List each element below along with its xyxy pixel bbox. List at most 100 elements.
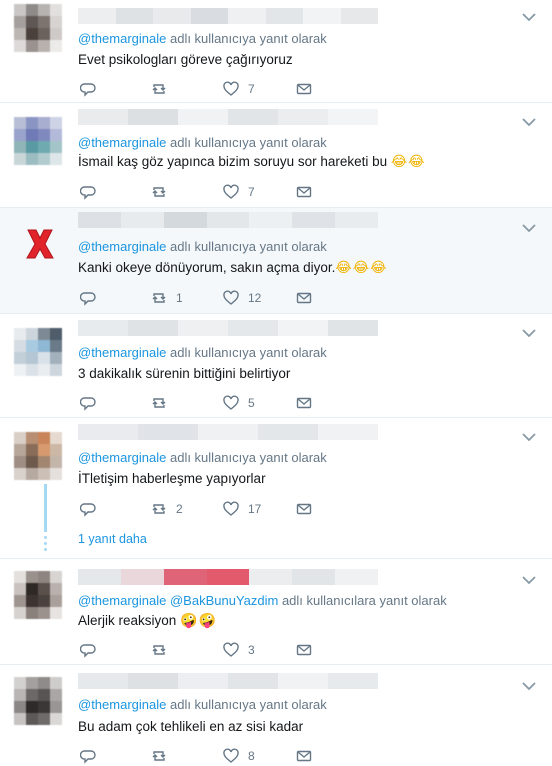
reply-context-label: adlı kullanıcıya yanıt olarak (169, 135, 327, 150)
tweet-text-body: Alerjik reaksiyon (78, 613, 181, 628)
message-button[interactable] (296, 746, 312, 766)
retweet-button[interactable] (151, 79, 176, 99)
thread-connector-line (44, 484, 47, 532)
reply-context-label: adlı kullanıcılara yanıt olarak (281, 593, 447, 608)
chevron-down-icon[interactable] (522, 575, 536, 585)
reply-icon (80, 501, 96, 517)
retweet-button[interactable] (151, 393, 176, 413)
avatar[interactable] (14, 117, 62, 165)
reply-button[interactable] (80, 288, 96, 308)
chevron-down-icon[interactable] (522, 681, 536, 691)
retweet-button[interactable]: 1 (151, 288, 183, 308)
mention-link[interactable]: @themarginale (78, 697, 166, 712)
mention-link[interactable]: @themarginale (78, 345, 166, 360)
envelope-icon (296, 501, 312, 517)
blurred-author-name (78, 569, 378, 585)
chevron-down-icon[interactable] (522, 12, 536, 22)
tweet-4[interactable]: @themarginale adlı kullanıcıya yanıt ola… (0, 314, 552, 418)
message-button[interactable] (296, 499, 312, 519)
tweet-actions: 1 12 (78, 288, 378, 308)
reply-button[interactable] (80, 182, 96, 202)
mention-link[interactable]: @themarginale (78, 31, 166, 46)
thread-dot (44, 548, 47, 551)
reply-icon (80, 642, 96, 658)
retweet-icon (151, 81, 167, 97)
chevron-down-icon[interactable] (522, 223, 536, 233)
avatar[interactable] (14, 4, 62, 52)
reply-button[interactable] (80, 393, 96, 413)
avatar[interactable] (14, 432, 62, 480)
message-button[interactable] (296, 393, 312, 413)
reply-context: @themarginale adlı kullanıcıya yanıt ola… (78, 135, 327, 150)
heart-icon (223, 748, 239, 764)
heart-icon (223, 290, 239, 306)
message-button[interactable] (296, 182, 312, 202)
like-button[interactable]: 7 (223, 182, 255, 202)
avatar[interactable] (14, 328, 62, 376)
tweet-1[interactable]: @themarginale adlı kullanıcıya yanıt ola… (0, 0, 552, 103)
blurred-author-name (78, 320, 378, 336)
mention-link[interactable]: @themarginale (78, 135, 166, 150)
tweet-emoji: 🤪🤪 (180, 613, 217, 629)
mention-link[interactable]: @BakBunuYazdim (170, 593, 278, 608)
message-button[interactable] (296, 640, 312, 660)
reply-button[interactable] (80, 79, 96, 99)
retweet-icon (151, 748, 167, 764)
envelope-icon (296, 184, 312, 200)
envelope-icon (296, 290, 312, 306)
tweet-text-body: İTletişim haberleşme yapıyorlar (78, 471, 266, 486)
avatar[interactable] (14, 571, 62, 619)
like-button[interactable]: 7 (223, 79, 255, 99)
message-button[interactable] (296, 288, 312, 308)
like-button[interactable]: 12 (223, 288, 261, 308)
like-button[interactable]: 3 (223, 640, 255, 660)
tweet-5[interactable]: @themarginale adlı kullanıcıya yanıt ola… (0, 418, 552, 559)
reply-button[interactable] (80, 640, 96, 660)
chevron-down-icon[interactable] (522, 117, 536, 127)
tweet-text: Kanki okeye dönüyorum, sakın açma diyor.… (78, 260, 387, 276)
tweet-actions: 7 (78, 182, 378, 202)
retweet-count: 2 (176, 502, 183, 516)
tweet-text-body: İsmail kaş göz yapınca bizim soruyu sor … (78, 154, 391, 169)
retweet-icon (151, 290, 167, 306)
reply-button[interactable] (80, 746, 96, 766)
reply-icon (80, 81, 96, 97)
blurred-author-name (78, 109, 378, 125)
retweet-button[interactable] (151, 182, 176, 202)
tweet-6[interactable]: @themarginale @BakBunuYazdim adlı kullan… (0, 559, 552, 665)
like-count: 7 (248, 82, 255, 96)
retweet-button[interactable]: 2 (151, 499, 183, 519)
message-button[interactable] (296, 79, 312, 99)
like-count: 3 (248, 643, 255, 657)
like-button[interactable]: 17 (223, 499, 261, 519)
mention-link[interactable]: @themarginale (78, 593, 166, 608)
reply-button[interactable] (80, 499, 96, 519)
tweet-text: 3 dakikalık sürenin bittiğini belirtiyor (78, 366, 290, 381)
envelope-icon (296, 748, 312, 764)
reply-context-label: adlı kullanıcıya yanıt olarak (169, 697, 327, 712)
retweet-button[interactable] (151, 640, 176, 660)
tweet-3[interactable]: @themarginale adlı kullanıcıya yanıt ola… (0, 208, 552, 314)
chevron-down-icon[interactable] (522, 432, 536, 442)
tweet-text-body: 3 dakikalık sürenin bittiğini belirtiyor (78, 366, 291, 381)
retweet-button[interactable] (151, 746, 176, 766)
blurred-author-name (78, 212, 378, 228)
like-button[interactable]: 8 (223, 746, 255, 766)
like-button[interactable]: 5 (223, 393, 255, 413)
mention-link[interactable]: @themarginale (78, 239, 166, 254)
red-x-icon (26, 229, 54, 259)
avatar[interactable] (14, 677, 62, 725)
heart-icon (223, 81, 239, 97)
tweet-2[interactable]: @themarginale adlı kullanıcıya yanıt ola… (0, 103, 552, 208)
show-more-replies-link[interactable]: 1 yanıt daha (78, 532, 147, 546)
tweet-7[interactable]: @themarginale adlı kullanıcıya yanıt ola… (0, 665, 552, 764)
like-count: 12 (248, 291, 262, 305)
chevron-down-icon[interactable] (522, 328, 536, 338)
reply-context: @themarginale adlı kullanıcıya yanıt ola… (78, 450, 327, 465)
heart-icon (223, 395, 239, 411)
reply-icon (80, 290, 96, 306)
reply-context: @themarginale @BakBunuYazdim adlı kullan… (78, 593, 447, 608)
avatar[interactable] (22, 226, 58, 262)
mention-link[interactable]: @themarginale (78, 450, 166, 465)
blurred-author-name (78, 673, 378, 689)
